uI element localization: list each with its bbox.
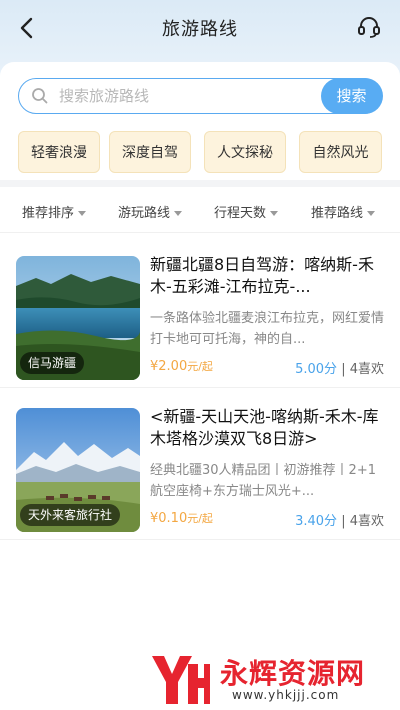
route-price: ¥0.10元/起 — [150, 510, 213, 526]
tag-culture-exploration[interactable]: 人文探秘 — [204, 131, 286, 173]
route-score: 3.40分 — [295, 514, 338, 529]
search-input[interactable] — [59, 79, 309, 112]
route-card[interactable]: 信马游疆 新疆北疆8日自驾游：喀纳斯-禾木-五彩滩-江布拉克-... 一条路体验… — [0, 246, 400, 388]
filter-bar: 推荐排序 游玩路线 行程天数 推荐路线 — [0, 196, 400, 232]
caret-down-icon — [174, 211, 183, 216]
agency-badge: 天外来客旅行社 — [20, 504, 121, 526]
caret-down-icon — [367, 211, 376, 216]
search-button[interactable]: 搜索 — [320, 77, 383, 114]
search-bar: 搜索 — [18, 77, 383, 114]
customer-service-button[interactable] — [356, 14, 382, 40]
price-value: ¥0.10 — [150, 511, 188, 526]
filter-sort[interactable]: 推荐排序 — [22, 196, 87, 232]
filter-divider — [0, 232, 400, 233]
route-thumbnail: 信马游疆 — [16, 256, 140, 380]
route-likes: | 4喜欢 — [341, 362, 384, 377]
section-divider — [0, 180, 400, 187]
price-unit: 元/起 — [187, 512, 213, 525]
route-price: ¥2.00元/起 — [150, 358, 213, 374]
caret-down-icon — [270, 211, 279, 216]
watermark: 永辉资源网 www.yhkjjj.com — [0, 630, 400, 710]
filter-play-route[interactable]: 游玩路线 — [118, 196, 183, 232]
caret-down-icon — [78, 211, 87, 216]
page-title: 旅游路线 — [162, 19, 238, 40]
route-likes: | 4喜欢 — [341, 514, 384, 529]
tag-deep-self-drive[interactable]: 深度自驾 — [109, 131, 191, 173]
filter-play-route-label: 游玩路线 — [118, 206, 171, 221]
tag-luxury-romance[interactable]: 轻奢浪漫 — [18, 131, 100, 173]
route-divider — [0, 539, 400, 540]
price-unit: 元/起 — [187, 360, 213, 373]
header: 旅游路线 — [0, 0, 400, 56]
category-tags: 轻奢浪漫 深度自驾 人文探秘 自然风光 — [18, 131, 382, 173]
search-panel: 搜索 轻奢浪漫 深度自驾 人文探秘 自然风光 — [0, 62, 400, 187]
filter-sort-label: 推荐排序 — [22, 206, 75, 221]
tag-natural-scenery[interactable]: 自然风光 — [299, 131, 382, 173]
route-stats: 5.00分 | 4喜欢 — [295, 358, 384, 377]
route-description: 经典北疆30人精品团丨初游推荐丨2+1航空座椅+东方瑞士风光+... — [150, 463, 376, 499]
route-thumbnail: 天外来客旅行社 — [16, 408, 140, 532]
filter-trip-days[interactable]: 行程天数 — [214, 196, 279, 232]
route-stats: 3.40分 | 4喜欢 — [295, 510, 384, 529]
filter-recommended-route[interactable]: 推荐路线 — [311, 196, 376, 232]
route-divider — [0, 387, 400, 388]
route-title: <新疆-天山天池-喀纳斯-禾木-库木塔格沙漠双飞8日游> — [150, 407, 379, 448]
headset-icon — [358, 17, 380, 38]
search-icon — [32, 88, 48, 104]
route-description: 一条路体验北疆麦浪江布拉克，网红爱情打卡地可可托海，神的自... — [150, 311, 385, 347]
agency-badge: 信马游疆 — [20, 352, 85, 374]
filter-recommended-route-label: 推荐路线 — [311, 206, 364, 221]
route-title: 新疆北疆8日自驾游：喀纳斯-禾木-五彩滩-江布拉克-... — [150, 255, 374, 296]
route-card[interactable]: 天外来客旅行社 <新疆-天山天池-喀纳斯-禾木-库木塔格沙漠双飞8日游> 经典北… — [0, 398, 400, 540]
filter-trip-days-label: 行程天数 — [214, 206, 267, 221]
route-score: 5.00分 — [295, 362, 338, 377]
watermark-url: www.yhkjjj.com — [232, 688, 340, 702]
brand-logo-icon — [152, 656, 210, 704]
watermark-brand: 永辉资源网 — [220, 657, 366, 690]
price-value: ¥2.00 — [150, 359, 188, 374]
